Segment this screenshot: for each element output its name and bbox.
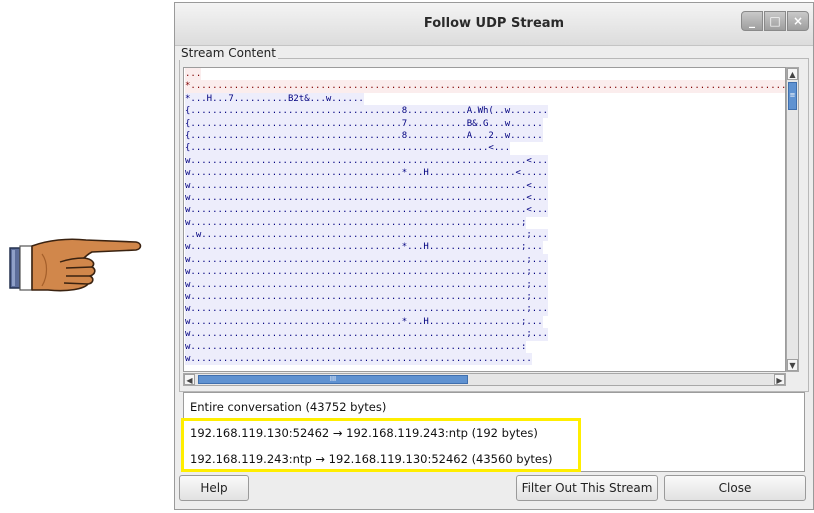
stream-line: w.......................................… (184, 340, 785, 353)
stream-line: {.......................................… (184, 117, 785, 130)
server-data-text: w.......................................… (185, 315, 543, 329)
server-data-text: w.......................................… (185, 253, 549, 267)
stream-line: w.......................................… (184, 291, 785, 304)
server-data-text: {.......................................… (185, 117, 543, 130)
server-data-text: {.......................................… (185, 105, 549, 118)
stream-line: w.......................................… (184, 179, 785, 192)
stream-line: w.......................................… (184, 241, 785, 254)
stream-line: *...H...7..........B2t&...w...... (184, 92, 785, 106)
stream-line: {.......................................… (184, 105, 785, 118)
stream-line: w.......................................… (184, 154, 785, 168)
server-data-text: w.......................................… (185, 340, 527, 353)
client-data-text: *.......................................… (185, 80, 785, 93)
help-button[interactable]: Help (179, 475, 249, 501)
server-data-text: w.......................................… (185, 216, 527, 230)
server-data-text: w.......................................… (185, 278, 549, 292)
stream-line: w.......................................… (184, 253, 785, 267)
highlight-box (181, 418, 581, 472)
stream-line: {.......................................… (184, 142, 785, 155)
server-data-text: w.......................................… (185, 241, 543, 254)
maximize-button[interactable]: □ (764, 11, 786, 31)
stream-line: w.......................................… (184, 266, 785, 279)
stream-line: w.......................................… (184, 191, 785, 205)
close-button[interactable]: Close (664, 475, 806, 501)
vertical-scroll-thumb[interactable]: ≡ (788, 82, 797, 110)
stream-line: w.......................................… (184, 315, 785, 329)
server-data-text: w.......................................… (185, 266, 549, 279)
scroll-down-icon[interactable]: ▼ (787, 359, 798, 371)
pointing-hand-icon (9, 238, 142, 292)
dialog-title: Follow UDP Stream (423, 16, 565, 31)
stream-line: *.......................................… (184, 80, 785, 93)
stream-line: w.......................................… (184, 303, 785, 316)
stream-line: w.......................................… (184, 216, 785, 230)
horizontal-scroll-thumb[interactable]: III (198, 375, 468, 384)
stream-line: w.......................................… (184, 278, 785, 292)
server-data-text: w.......................................… (185, 191, 549, 205)
client-data-text: ... (185, 68, 202, 81)
title-bar[interactable]: Follow UDP Stream _ □ × (175, 3, 813, 46)
stream-line: w.......................................… (184, 204, 785, 217)
stream-text-area[interactable]: ... *....................................… (183, 67, 786, 372)
close-window-button[interactable]: × (787, 11, 809, 31)
server-data-text: {.......................................… (185, 142, 511, 155)
follow-udp-stream-dialog: Follow UDP Stream _ □ × Stream Content .… (174, 2, 814, 510)
server-data-text: w.......................................… (185, 291, 549, 304)
scroll-left-icon[interactable]: ◀ (184, 374, 195, 385)
server-data-text: *...H...7..........B2t&...w...... (185, 92, 364, 106)
scroll-right-icon[interactable]: ▶ (774, 374, 785, 385)
conversation-option-entire[interactable]: Entire conversation (43752 bytes) (190, 400, 386, 414)
server-data-text: w.......................................… (185, 204, 549, 217)
scroll-up-icon[interactable]: ▲ (787, 68, 798, 80)
minimize-button[interactable]: _ (741, 11, 763, 31)
server-data-text: {.......................................… (185, 129, 543, 143)
stream-line: w.......................................… (184, 167, 785, 180)
stream-content-label: Stream Content (179, 46, 278, 60)
server-data-text: w.......................................… (185, 154, 549, 168)
stream-line: w.......................................… (184, 352, 785, 366)
horizontal-scrollbar[interactable]: ◀ III ▶ (183, 373, 786, 386)
server-data-text: w.......................................… (185, 328, 549, 341)
vertical-scrollbar[interactable]: ▲ ≡ ▼ (786, 67, 799, 372)
server-data-text: ..w.....................................… (185, 229, 549, 242)
filter-out-stream-button[interactable]: Filter Out This Stream (516, 475, 658, 501)
server-data-text: w.......................................… (185, 352, 532, 366)
stream-line: ..w.....................................… (184, 229, 785, 242)
server-data-text: w.......................................… (185, 179, 549, 192)
server-data-text: w.......................................… (185, 167, 549, 180)
server-data-text: w.......................................… (185, 303, 549, 316)
stream-line: {.......................................… (184, 129, 785, 143)
stream-line: ... (184, 68, 785, 81)
stream-line: w.......................................… (184, 328, 785, 341)
window-controls: _ □ × (740, 11, 809, 31)
